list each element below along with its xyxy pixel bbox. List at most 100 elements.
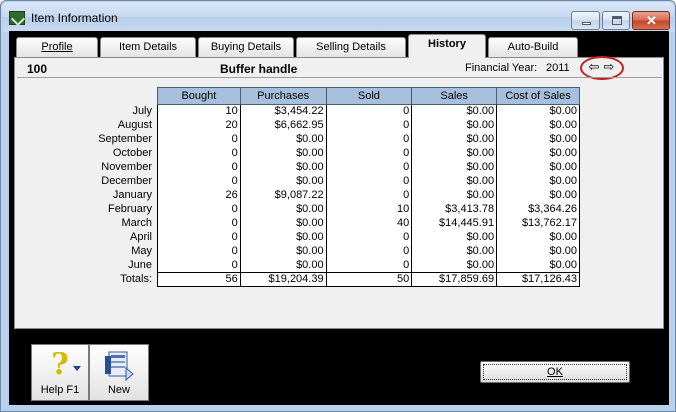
cell-cost-of-sales[interactable]: $3,364.26 — [496, 202, 580, 217]
month-label: October — [112, 147, 152, 159]
ok-button[interactable]: OK — [480, 361, 630, 383]
cell-cost-of-sales[interactable]: $0.00 — [496, 104, 580, 119]
maximize-button[interactable] — [602, 11, 630, 30]
tab-buying-details[interactable]: Buying Details — [198, 37, 294, 57]
column-header-sales: Sales — [411, 87, 498, 105]
column-header-bought: Bought — [157, 87, 241, 105]
cell-bought[interactable]: 0 — [157, 244, 241, 259]
cell-purchases[interactable]: $0.00 — [239, 174, 327, 189]
cell-sales[interactable]: $0.00 — [411, 104, 498, 119]
cell-cost-of-sales[interactable]: $0.00 — [496, 188, 580, 203]
cell-sales[interactable]: $0.00 — [411, 244, 498, 259]
history-panel: 100 Buffer handle Financial Year: 2011 ⇦… — [14, 56, 664, 329]
cell-bought[interactable]: 0 — [157, 230, 241, 245]
table-row: 0 $0.00 40 $14,445.91 $13,762.17 — [157, 216, 580, 231]
cell-sales[interactable]: $0.00 — [411, 118, 498, 133]
title-bar[interactable]: Item Information ✕ — [2, 2, 674, 32]
cell-bought[interactable]: 0 — [157, 174, 241, 189]
financial-year-label: Financial Year: — [465, 62, 538, 74]
month-label: August — [117, 119, 152, 131]
cell-purchases[interactable]: $3,454.22 — [239, 104, 327, 119]
close-button[interactable]: ✕ — [632, 11, 670, 30]
cell-cost-of-sales[interactable]: $13,762.17 — [496, 216, 580, 231]
cell-sales[interactable]: $0.00 — [411, 132, 498, 147]
cell-sales[interactable]: $3,413.78 — [411, 202, 498, 217]
cell-purchases[interactable]: $0.00 — [239, 146, 327, 161]
table-row: 10 $3,454.22 0 $0.00 $0.00 — [157, 104, 580, 119]
table-row: 0 $0.00 0 $0.00 $0.00 — [157, 244, 580, 259]
cell-cost-of-sales[interactable]: $0.00 — [496, 174, 580, 189]
cell-cost-of-sales[interactable]: $0.00 — [496, 230, 580, 245]
column-header-purchases: Purchases — [239, 87, 327, 105]
total-sales: $17,859.69 — [411, 272, 498, 287]
cell-cost-of-sales[interactable]: $0.00 — [496, 160, 580, 175]
cell-purchases[interactable]: $9,087.22 — [239, 188, 327, 203]
cell-purchases[interactable]: $0.00 — [239, 216, 327, 231]
totals-row: 56 $19,204.39 50 $17,859.69 $17,126.43 — [157, 272, 580, 287]
cell-cost-of-sales[interactable]: $0.00 — [496, 132, 580, 147]
cell-sales[interactable]: $0.00 — [411, 258, 498, 273]
maximize-icon — [612, 16, 622, 25]
total-purchases: $19,204.39 — [239, 272, 327, 287]
cell-sold[interactable]: 0 — [325, 188, 413, 203]
month-label: July — [132, 105, 152, 117]
cell-purchases[interactable]: $0.00 — [239, 160, 327, 175]
tab-auto-build[interactable]: Auto-Build — [488, 37, 578, 57]
cell-cost-of-sales[interactable]: $0.00 — [496, 146, 580, 161]
cell-cost-of-sales[interactable]: $0.00 — [496, 258, 580, 273]
cell-sold[interactable]: 0 — [325, 174, 413, 189]
cell-sales[interactable]: $0.00 — [411, 174, 498, 189]
tab-selling-details[interactable]: Selling Details — [296, 37, 406, 57]
month-label: November — [101, 161, 152, 173]
cell-sales[interactable]: $0.00 — [411, 230, 498, 245]
help-button[interactable]: ? Help F1 — [31, 344, 89, 401]
arrow-left-icon[interactable]: ⇦ — [587, 60, 601, 74]
cell-sold[interactable]: 40 — [325, 216, 413, 231]
cell-sales[interactable]: $0.00 — [411, 188, 498, 203]
cell-sold[interactable]: 0 — [325, 146, 413, 161]
tab-item-details[interactable]: Item Details — [100, 37, 196, 57]
new-item-icon — [90, 348, 148, 384]
arrow-right-icon[interactable]: ⇨ — [602, 60, 616, 74]
cell-bought[interactable]: 0 — [157, 132, 241, 147]
cell-bought[interactable]: 26 — [157, 188, 241, 203]
table-row: 0 $0.00 0 $0.00 $0.00 — [157, 146, 580, 161]
window-title: Item Information — [31, 11, 118, 25]
table-header-row: Bought Purchases Sold Sales Cost of Sale… — [157, 87, 580, 105]
cell-purchases[interactable]: $0.00 — [239, 258, 327, 273]
cell-bought[interactable]: 0 — [157, 160, 241, 175]
cell-bought[interactable]: 0 — [157, 202, 241, 217]
cell-bought[interactable]: 10 — [157, 104, 241, 119]
cell-sold[interactable]: 10 — [325, 202, 413, 217]
cell-bought[interactable]: 20 — [157, 118, 241, 133]
column-header-sold: Sold — [325, 87, 413, 105]
new-button[interactable]: New — [89, 344, 149, 401]
cell-sales[interactable]: $0.00 — [411, 160, 498, 175]
cell-sold[interactable]: 0 — [325, 244, 413, 259]
minimize-button[interactable] — [571, 11, 600, 30]
cell-purchases[interactable]: $0.00 — [239, 202, 327, 217]
cell-purchases[interactable]: $0.00 — [239, 244, 327, 259]
cell-purchases[interactable]: $6,662.95 — [239, 118, 327, 133]
cell-sales[interactable]: $0.00 — [411, 146, 498, 161]
cell-sold[interactable]: 0 — [325, 104, 413, 119]
cell-sold[interactable]: 0 — [325, 258, 413, 273]
cell-sold[interactable]: 0 — [325, 118, 413, 133]
total-cost-of-sales: $17,126.43 — [496, 272, 580, 287]
cell-bought[interactable]: 0 — [157, 216, 241, 231]
cell-cost-of-sales[interactable]: $0.00 — [496, 244, 580, 259]
tab-profile[interactable]: Profile — [16, 37, 98, 57]
cell-purchases[interactable]: $0.00 — [239, 230, 327, 245]
cell-bought[interactable]: 0 — [157, 258, 241, 273]
cell-sales[interactable]: $14,445.91 — [411, 216, 498, 231]
cell-sold[interactable]: 0 — [325, 132, 413, 147]
cell-purchases[interactable]: $0.00 — [239, 132, 327, 147]
tab-history[interactable]: History — [408, 34, 486, 58]
focus-ring — [483, 364, 627, 380]
close-icon: ✕ — [646, 13, 657, 28]
cell-sold[interactable]: 0 — [325, 160, 413, 175]
cell-cost-of-sales[interactable]: $0.00 — [496, 118, 580, 133]
cell-sold[interactable]: 0 — [325, 230, 413, 245]
history-table: Bought Purchases Sold Sales Cost of Sale… — [157, 87, 580, 287]
cell-bought[interactable]: 0 — [157, 146, 241, 161]
